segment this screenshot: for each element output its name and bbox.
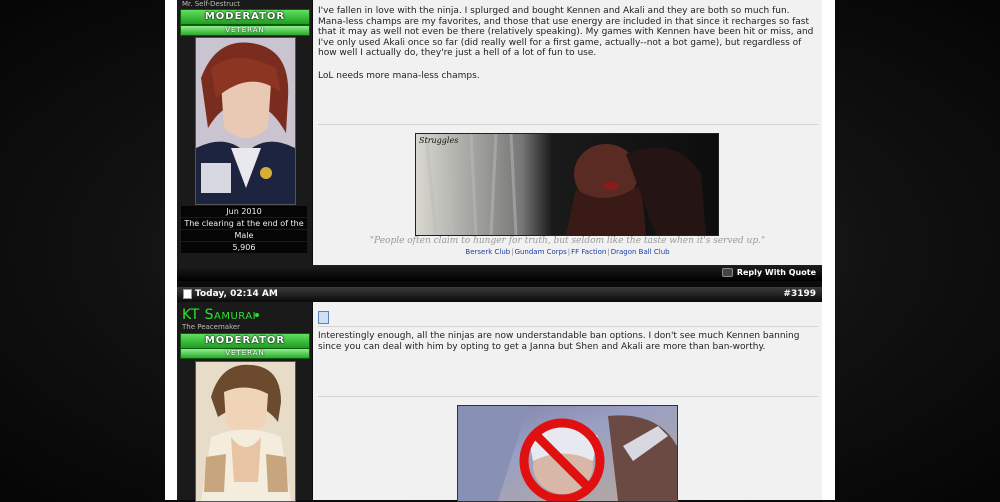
signature-links: Berserk Club|Gundam Corps|FF Faction|Dra…	[313, 248, 822, 256]
post1-user-title: Mr. Self-Destruct	[182, 0, 241, 8]
ban-illustration	[458, 406, 677, 501]
signature-banner-image	[416, 134, 718, 235]
post2-number-link[interactable]: #3199	[783, 289, 816, 299]
post1-text: I've fallen in love with the ninja. I sp…	[318, 6, 814, 58]
signature-banner: Struggles	[415, 133, 719, 236]
reply-with-quote-label: Reply With Quote	[736, 268, 816, 277]
signature-quote: "People often claim to hunger for truth,…	[369, 236, 766, 246]
post2-date: Today, 02:14 AM	[195, 289, 278, 299]
sig-link-divider: |	[567, 248, 571, 256]
online-status-icon	[255, 313, 259, 317]
post1-location: The clearing at the end of the path	[181, 218, 307, 239]
post2-avatar	[195, 361, 296, 502]
sig-link-dragon-ball-club[interactable]: Dragon Ball Club	[611, 248, 670, 256]
post1-gender: Male	[181, 230, 307, 241]
avatar-image	[196, 362, 295, 501]
post2-user-title: The Peacemaker	[182, 323, 241, 331]
post-icon	[318, 311, 329, 324]
reply-with-quote-button[interactable]: Reply With Quote	[721, 268, 816, 277]
post2-signature-separator	[318, 396, 818, 397]
sig-link-ff-faction[interactable]: FF Faction	[571, 248, 606, 256]
sig-link-berserk-club[interactable]: Berserk Club	[465, 248, 510, 256]
post1-footer: Reply With Quote	[177, 265, 822, 281]
sig-link-divider: |	[607, 248, 610, 256]
post-document-icon	[183, 289, 192, 299]
post2-text: Interestingly enough, all the ninjas are…	[318, 331, 800, 352]
post2-rank-veteran: VETERAN	[180, 348, 310, 359]
post2-rank-moderator: MODERATOR	[180, 333, 310, 349]
post2-title-separator	[318, 326, 818, 327]
sig-link-gundam-corps[interactable]: Gundam Corps	[515, 248, 567, 256]
signature-separator	[318, 124, 818, 125]
speech-bubble-icon	[721, 268, 733, 277]
post1-text-2: LoL needs more mana-less champs.	[318, 71, 480, 81]
avatar-image	[196, 38, 295, 204]
post2-username[interactable]: KT Samurai	[182, 307, 256, 323]
post1-avatar	[195, 37, 296, 205]
post1-join-date: Jun 2010	[181, 206, 307, 217]
ban-image	[457, 405, 678, 502]
post2-header: Today, 02:14 AM #3199	[177, 287, 822, 301]
post1-post-count: 5,906	[181, 242, 307, 253]
sig-link-divider: |	[511, 248, 514, 256]
post1-rank-moderator: MODERATOR	[180, 9, 310, 25]
signature-banner-text: Struggles	[419, 136, 459, 145]
post1-rank-veteran: VETERAN	[180, 25, 310, 36]
